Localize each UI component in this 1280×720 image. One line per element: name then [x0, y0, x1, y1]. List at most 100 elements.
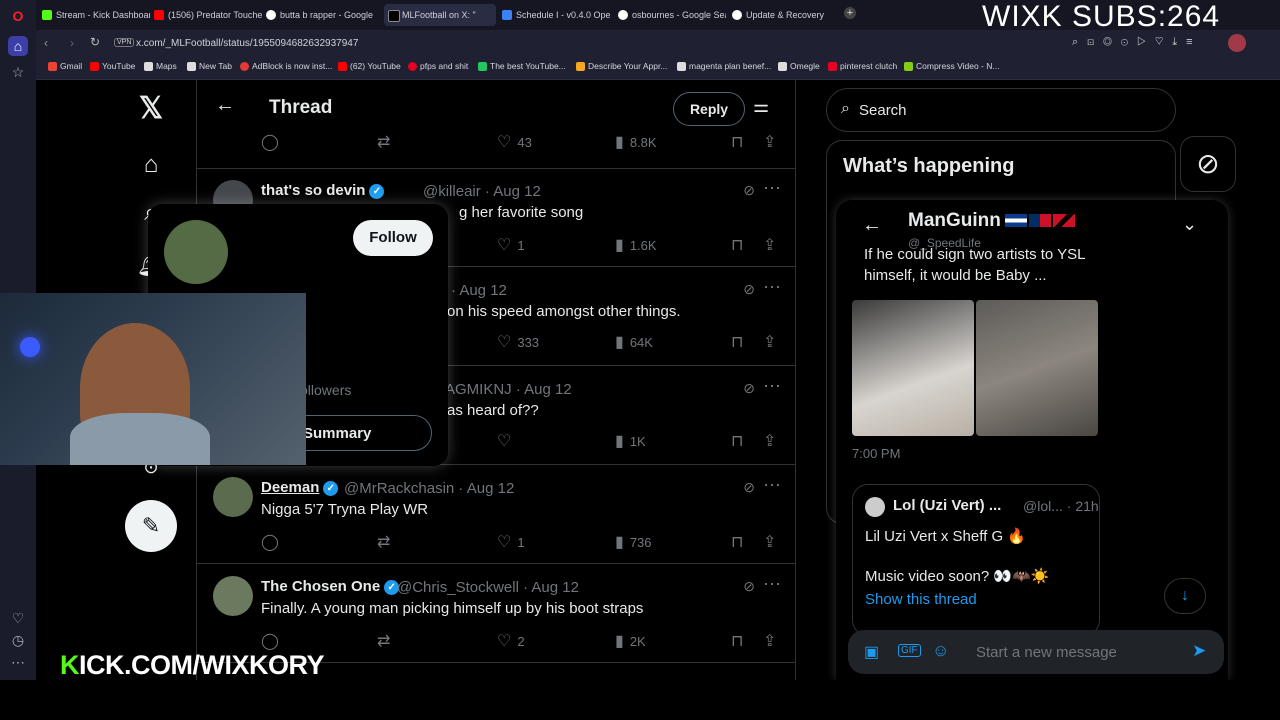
- reply-button[interactable]: Reply: [673, 92, 745, 126]
- more-icon[interactable]: ⋯: [763, 475, 781, 496]
- scroll-down-button[interactable]: ↓: [1164, 578, 1206, 614]
- search-input[interactable]: ⌕ Search: [826, 88, 1176, 132]
- profile-avatar[interactable]: [1228, 34, 1246, 52]
- tab-google-2[interactable]: osbournes - Google Searc: [614, 4, 726, 26]
- bookmark-omegle[interactable]: Omegle: [778, 61, 820, 71]
- forward-icon[interactable]: ›: [70, 36, 74, 50]
- dm-quoted-post[interactable]: Lol (Uzi Vert) ... @lol... · 21h Lil Uzi…: [852, 484, 1100, 636]
- toolbar-icons[interactable]: ⌕⊡◎⊙▷♡⤓≡: [1072, 36, 1202, 49]
- followers-count[interactable]: ollowers: [300, 382, 351, 398]
- history-icon[interactable]: ◷: [8, 630, 28, 650]
- bookmark-gmail[interactable]: Gmail: [48, 61, 82, 71]
- grok-icon[interactable]: ⊘: [743, 281, 755, 298]
- tab-kick[interactable]: Stream - Kick Dashboard: [38, 4, 150, 26]
- tab-update[interactable]: Update & Recovery: [728, 4, 840, 26]
- avatar[interactable]: [213, 477, 253, 517]
- emoji-icon[interactable]: ☺: [932, 641, 949, 661]
- like-button[interactable]: ♡: [497, 432, 517, 452]
- tweet-handle[interactable]: AGMIKNJ · Aug 12: [445, 381, 572, 398]
- views-button[interactable]: ▮ 1.6K: [615, 236, 657, 256]
- grok-button[interactable]: ⊘: [1180, 136, 1236, 192]
- views-button[interactable]: ▮ 1K: [615, 432, 646, 452]
- avatar[interactable]: [164, 220, 228, 284]
- more-icon[interactable]: ⋯: [763, 574, 781, 595]
- grok-icon[interactable]: ⊘: [743, 479, 755, 496]
- reply-icon[interactable]: ◯: [261, 133, 285, 153]
- tweet-handle[interactable]: @MrRackchasin · Aug 12: [344, 480, 514, 497]
- image-icon[interactable]: ▣: [864, 642, 879, 662]
- like-button[interactable]: ♡ 2: [497, 632, 525, 652]
- dm-contact-name[interactable]: ManGuinn: [908, 210, 1075, 232]
- back-arrow-icon[interactable]: ←: [215, 94, 235, 117]
- like-button[interactable]: ♡ 1: [497, 533, 525, 553]
- bookmark-icon[interactable]: ⊓: [731, 236, 749, 256]
- share-icon[interactable]: ⇪: [763, 632, 782, 652]
- message-input[interactable]: Start a new message: [976, 644, 1117, 661]
- collapse-chevron-icon[interactable]: ⌄: [1182, 214, 1197, 235]
- retweet-icon[interactable]: ⇄: [377, 533, 396, 553]
- views-button[interactable]: ▮ 736: [615, 533, 652, 553]
- grok-icon[interactable]: ⊘: [743, 578, 755, 595]
- reply-icon[interactable]: ◯: [261, 533, 285, 553]
- reply-icon[interactable]: ◯: [261, 632, 285, 652]
- back-arrow-icon[interactable]: ←: [862, 214, 882, 237]
- heart-icon[interactable]: ♡: [8, 608, 28, 628]
- gif-icon[interactable]: GIF: [898, 644, 921, 657]
- send-icon[interactable]: ➤: [1192, 641, 1206, 661]
- share-icon[interactable]: ⇪: [763, 333, 782, 353]
- tweet-handle[interactable]: @killeair · Aug 12: [423, 183, 541, 200]
- bookmark-best-youtube[interactable]: The best YouTube...: [478, 61, 566, 71]
- bookmark-icon[interactable]: ⊓: [731, 333, 749, 353]
- tab-youtube[interactable]: (1506) Predator Touches M: [150, 4, 262, 26]
- views-button[interactable]: ▮ 8.8K: [615, 133, 657, 153]
- retweet-icon[interactable]: ⇄: [377, 632, 396, 652]
- home-icon[interactable]: ⌂: [136, 150, 166, 180]
- tab-x-active[interactable]: MLFootball on X: ": [384, 4, 496, 26]
- more-icon[interactable]: ⋯: [763, 178, 781, 199]
- grok-icon[interactable]: ⊘: [743, 182, 755, 199]
- tab-schedule[interactable]: Schedule I - v0.4.0 Open B: [498, 4, 610, 26]
- retweet-icon[interactable]: ⇄: [377, 133, 396, 153]
- url-field[interactable]: x.com/_MLFootball/status/195509468263293…: [136, 35, 358, 52]
- opera-logo-icon[interactable]: O: [8, 6, 28, 26]
- reload-icon[interactable]: ↻: [90, 35, 100, 49]
- more-icon[interactable]: ⋯: [8, 652, 28, 672]
- bookmark-icon[interactable]: ⊓: [731, 632, 749, 652]
- bookmark-icon[interactable]: ⊓: [731, 533, 749, 553]
- bookmark-magenta[interactable]: magenta plan benef...: [677, 61, 771, 71]
- tweet-handle[interactable]: · Aug 12: [451, 282, 507, 299]
- bookmark-newtab[interactable]: New Tab: [187, 61, 232, 71]
- vpn-badge[interactable]: VPN: [114, 38, 135, 47]
- compose-post-button[interactable]: ✎: [125, 500, 177, 552]
- tab-google-1[interactable]: butta b rapper - Google S: [262, 4, 374, 26]
- follow-button[interactable]: Follow: [353, 220, 433, 256]
- bookmark-youtube[interactable]: YouTube: [90, 61, 135, 71]
- back-icon[interactable]: ‹: [44, 36, 48, 50]
- table-row[interactable]: Deeman ✓ @MrRackchasin · Aug 12 ⊘ ⋯ Nigga …: [197, 465, 795, 564]
- more-icon[interactable]: ⋯: [763, 376, 781, 397]
- dm-image[interactable]: [976, 300, 1098, 436]
- share-icon[interactable]: ⇪: [763, 432, 782, 452]
- star-icon[interactable]: ☆: [8, 62, 28, 82]
- views-button[interactable]: ▮ 64K: [615, 333, 653, 353]
- tweet-handle[interactable]: @Chris_Stockwell · Aug 12: [397, 579, 579, 596]
- x-logo-icon[interactable]: 𝕏: [136, 94, 166, 124]
- bookmark-adblock[interactable]: AdBlock is now inst...: [240, 61, 332, 71]
- share-icon[interactable]: ⇪: [763, 133, 782, 153]
- views-button[interactable]: ▮ 2K: [615, 632, 646, 652]
- like-button[interactable]: ♡ 333: [497, 333, 539, 353]
- home-icon[interactable]: ⌂: [8, 36, 28, 56]
- table-row[interactable]: The Chosen One ✓ @Chris_Stockwell · Aug 1…: [197, 564, 795, 663]
- bookmark-icon[interactable]: ⊓: [731, 133, 749, 153]
- bookmark-compress[interactable]: Compress Video - N...: [904, 61, 999, 71]
- bookmark-icon[interactable]: ⊓: [731, 432, 749, 452]
- more-icon[interactable]: ⋯: [763, 277, 781, 298]
- tweet-author[interactable]: Deeman ✓: [261, 479, 339, 496]
- filter-icon[interactable]: ⚌: [753, 96, 769, 117]
- bookmark-describe[interactable]: Describe Your Appr...: [576, 61, 667, 71]
- share-icon[interactable]: ⇪: [763, 236, 782, 256]
- bookmark-pfps[interactable]: pfps and shit: [408, 61, 468, 71]
- new-tab-icon[interactable]: +: [844, 7, 856, 19]
- show-thread-link[interactable]: Show this thread: [865, 591, 977, 608]
- dm-image[interactable]: [852, 300, 974, 436]
